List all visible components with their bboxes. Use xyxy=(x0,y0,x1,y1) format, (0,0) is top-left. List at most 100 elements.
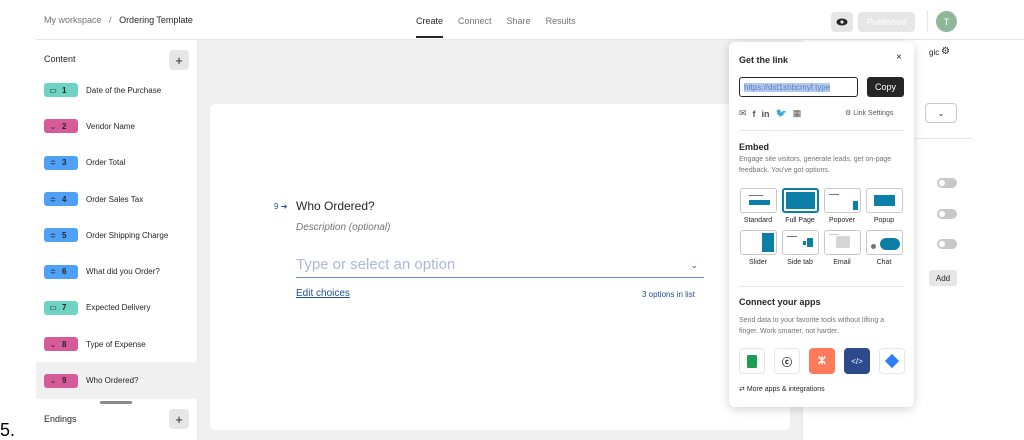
question-badge: ≑ 4 xyxy=(44,192,78,207)
sidebar-question-item[interactable]: ≑ 3 Order Total xyxy=(36,145,198,181)
embed-option-full-page[interactable]: Full Page xyxy=(781,188,819,227)
embed-label: Standard xyxy=(743,217,773,224)
sidebar-question-item[interactable]: ≑ 4 Order Sales Tax xyxy=(36,181,198,217)
embed-option-email[interactable]: Email xyxy=(823,230,861,269)
breadcrumb: My workspace / Ordering Template xyxy=(44,15,193,25)
gear-icon: ⚙ xyxy=(845,110,852,117)
sidebar-question-item[interactable]: ⌄ 8 Type of Expense xyxy=(36,326,198,362)
share-icons: ✉ f in 🐦 ▦ xyxy=(739,108,801,119)
question-badge: ≑ 5 xyxy=(44,228,78,243)
question-label: Expected Delivery xyxy=(86,303,151,313)
avatar[interactable]: T xyxy=(936,11,957,32)
question-badge: ⌄ 9 xyxy=(44,373,78,388)
options-count: 3 options in list xyxy=(642,290,695,299)
gear-icon[interactable]: ⚙ xyxy=(941,46,950,57)
side-tab-embed-icon xyxy=(781,230,819,255)
add-question-button[interactable]: + xyxy=(169,50,189,70)
question-badge: ⌄ 2 xyxy=(44,119,78,134)
hubspot-icon[interactable]: ⵣ xyxy=(809,348,835,374)
popover-title: Get the link xyxy=(739,55,789,65)
question-badge: ▭ 7 xyxy=(44,300,78,315)
tab-share[interactable]: Share xyxy=(507,0,531,40)
option-select-input[interactable]: Type or select an option ⌄ xyxy=(296,254,704,278)
question-label: Order Sales Tax xyxy=(86,194,144,204)
qr-code-icon[interactable]: ▦ xyxy=(793,108,802,119)
question-badge-number: 4 xyxy=(62,194,67,204)
embed-options: Standard Full Page Popover Popup Slider … xyxy=(739,188,909,269)
sliders-icon: ≑ xyxy=(49,267,57,277)
question-badge: ≑ 6 xyxy=(44,264,78,279)
setting-toggle-1[interactable] xyxy=(937,178,957,188)
embed-option-chat[interactable]: Chat xyxy=(865,230,903,269)
full-page-embed-icon xyxy=(781,188,819,213)
embed-label: Popover xyxy=(828,217,856,224)
question-label: Order Shipping Charge xyxy=(86,230,169,240)
question-badge-number: 6 xyxy=(62,267,67,277)
settings-add-button[interactable]: Add xyxy=(929,270,957,286)
question-badge-number: 7 xyxy=(62,303,67,313)
popover-embed-icon xyxy=(823,188,861,213)
popover-divider xyxy=(739,286,904,287)
tab-results[interactable]: Results xyxy=(546,0,576,40)
sidebar-question-item[interactable]: ≑ 5 Order Shipping Charge xyxy=(36,217,198,253)
sidebar-question-item[interactable]: ⌄ 2 Vendor Name xyxy=(36,108,198,144)
breadcrumb-form-name[interactable]: Ordering Template xyxy=(119,15,193,25)
linkedin-icon[interactable]: in xyxy=(762,109,770,119)
embed-label: Side tab xyxy=(787,259,813,266)
breadcrumb-workspace[interactable]: My workspace xyxy=(44,15,102,25)
question-label: Order Total xyxy=(86,158,126,168)
arrow-right-icon: ➜ xyxy=(280,202,288,211)
chevron-down-icon: ⌄ xyxy=(937,108,945,118)
tab-connect[interactable]: Connect xyxy=(458,0,492,40)
question-badge-number: 8 xyxy=(62,339,67,349)
add-ending-button[interactable]: + xyxy=(169,409,189,429)
question-description[interactable]: Description (optional) xyxy=(296,222,391,233)
jira-icon[interactable] xyxy=(879,348,905,374)
embed-label: Email xyxy=(833,259,851,266)
link-settings-label: Link Settings xyxy=(853,110,894,117)
number-icon: ≑ xyxy=(49,230,57,240)
twitter-icon[interactable]: 🐦 xyxy=(776,108,787,119)
sidebar-question-item[interactable]: ≑ 6 What did you Order? xyxy=(36,253,198,289)
question-label: Vendor Name xyxy=(86,121,135,131)
popup-embed-icon xyxy=(865,188,903,213)
share-link-value: https://dxt1shbcmyf.type xyxy=(744,82,831,92)
question-card: 9 ➜ Who Ordered? Description (optional) … xyxy=(210,104,790,430)
link-settings-button[interactable]: ⚙ Link Settings xyxy=(845,109,893,117)
setting-toggle-3[interactable] xyxy=(937,239,957,249)
calendar-icon: ▭ xyxy=(49,303,57,313)
close-icon[interactable]: × xyxy=(896,52,902,63)
question-type-select[interactable]: ⌄ xyxy=(925,103,957,123)
chevron-down-icon: ⌄ xyxy=(49,376,57,386)
sidebar-question-item[interactable]: ▭ 1 Date of the Purchase xyxy=(36,72,198,108)
share-link-input[interactable]: https://dxt1shbcmyf.type xyxy=(739,77,858,97)
mailchimp-icon[interactable]: ⓒ xyxy=(774,348,800,374)
option-select-placeholder: Type or select an option xyxy=(296,256,456,273)
copy-button[interactable]: Copy xyxy=(867,77,904,97)
main-nav: Create Connect Share Results xyxy=(416,0,576,40)
embed-option-slider[interactable]: Slider xyxy=(739,230,777,269)
email-icon[interactable]: ✉ xyxy=(739,108,747,119)
published-button[interactable]: Published xyxy=(858,12,915,32)
email-embed-icon xyxy=(823,230,861,255)
embed-option-standard[interactable]: Standard xyxy=(739,188,777,227)
tab-create[interactable]: Create xyxy=(416,0,444,38)
preview-button[interactable] xyxy=(831,12,853,32)
sidebar-question-item[interactable]: ▭ 7 Expected Delivery xyxy=(36,290,198,326)
calendar-icon: ▭ xyxy=(49,85,57,95)
google-sheets-icon[interactable] xyxy=(739,348,765,374)
embed-option-popup[interactable]: Popup xyxy=(865,188,903,227)
embed-option-side-tab[interactable]: Side tab xyxy=(781,230,819,269)
chevron-down-icon: ⌄ xyxy=(49,121,57,131)
edit-choices-link[interactable]: Edit choices xyxy=(296,288,350,299)
setting-toggle-2[interactable] xyxy=(937,209,957,219)
sidebar-resize-handle[interactable] xyxy=(100,401,132,404)
more-apps-link[interactable]: ⇄ More apps & integrations xyxy=(739,385,825,393)
embed-option-popover[interactable]: Popover xyxy=(823,188,861,227)
embed-code-icon[interactable]: </> xyxy=(844,348,870,374)
facebook-icon[interactable]: f xyxy=(753,109,756,119)
sidebar-question-item[interactable]: ⌄ 9 Who Ordered? xyxy=(36,362,198,399)
app-list: ⓒ ⵣ </> xyxy=(739,348,905,374)
question-title[interactable]: Who Ordered? xyxy=(296,199,375,213)
settings-tab-partial[interactable]: gic xyxy=(929,48,939,57)
